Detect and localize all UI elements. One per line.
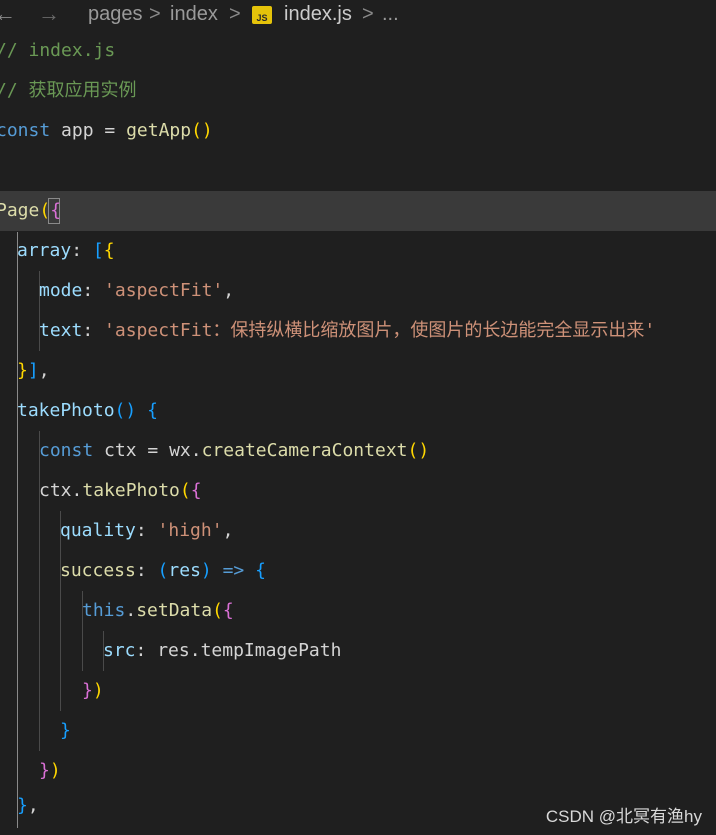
code-line[interactable]: mode: 'aspectFit', xyxy=(39,271,234,311)
punctuation: : xyxy=(82,320,105,341)
code-line[interactable]: const ctx = wx.createCameraContext() xyxy=(39,431,429,471)
string: 'aspectFit：保持纵横比缩放图片，使图片的长边能完全显示出来' xyxy=(104,320,656,341)
punctuation: : xyxy=(82,280,105,301)
code-line[interactable]: // index.js xyxy=(0,31,115,71)
bracket: { xyxy=(190,480,202,501)
bracket: ) xyxy=(49,760,61,781)
code-line[interactable]: // 获取应用实例 xyxy=(0,71,137,111)
bracket: () xyxy=(114,400,137,421)
punctuation: . xyxy=(71,480,83,501)
bracket: { xyxy=(255,560,266,581)
comment: // 获取应用实例 xyxy=(0,80,137,101)
punctuation: . xyxy=(125,600,137,621)
property: text xyxy=(39,320,83,341)
string: 'high' xyxy=(157,520,223,541)
code-line[interactable]: this.setData({ xyxy=(82,591,234,631)
bracket: ( xyxy=(179,480,191,501)
keyword: this xyxy=(82,600,126,621)
function-name: getApp xyxy=(126,120,192,141)
watermark: CSDN @北冥有渔hy xyxy=(545,807,702,826)
bracket: } xyxy=(17,360,28,381)
identifier: tempImagePath xyxy=(200,640,342,661)
identifier: ctx xyxy=(93,440,148,461)
bracket: { xyxy=(147,400,158,421)
string: 'aspectFit' xyxy=(104,280,224,301)
function-name: success xyxy=(60,560,136,581)
bracket: { xyxy=(103,240,115,261)
code-line[interactable]: }], xyxy=(17,351,50,391)
identifier: wx xyxy=(169,440,191,461)
bracket: { xyxy=(222,600,234,621)
punctuation: , xyxy=(38,360,50,381)
method-name: takePhoto xyxy=(17,400,115,421)
code-area[interactable]: // index.js // 获取应用实例 const app = getApp… xyxy=(0,0,716,835)
code-editor: ← → pages > index > JS index.js > ... //… xyxy=(0,0,716,835)
function-name: setData xyxy=(136,600,213,621)
operator: = xyxy=(147,440,170,461)
code-line[interactable]: }, xyxy=(17,786,39,826)
code-line[interactable]: ctx.takePhoto({ xyxy=(39,471,202,511)
function-name: Page xyxy=(0,200,40,221)
code-line[interactable]: takePhoto() { xyxy=(17,391,158,431)
property: array xyxy=(17,240,72,261)
current-line-highlight xyxy=(0,191,716,231)
bracket: ( xyxy=(212,600,223,621)
code-line[interactable]: } xyxy=(60,711,71,751)
bracket: ) xyxy=(200,560,212,581)
code-line[interactable]: quality: 'high', xyxy=(60,511,233,551)
punctuation: , xyxy=(222,520,234,541)
punctuation: : xyxy=(71,240,93,261)
bracket: ) xyxy=(92,680,104,701)
bracket: ( xyxy=(39,200,51,221)
punctuation: : xyxy=(135,520,158,541)
code-line[interactable]: }) xyxy=(82,671,104,711)
property: src xyxy=(103,640,136,661)
keyword: const xyxy=(39,440,94,461)
property: mode xyxy=(39,280,83,301)
bracket: } xyxy=(60,720,71,741)
arrow-operator: => xyxy=(211,560,256,581)
punctuation: , xyxy=(27,795,39,816)
parameter: res xyxy=(168,560,201,581)
function-name: createCameraContext xyxy=(201,440,408,461)
bracket: ( xyxy=(157,560,169,581)
keyword: const xyxy=(0,120,51,141)
property: quality xyxy=(60,520,136,541)
punctuation: : xyxy=(135,560,158,581)
code-line[interactable]: text: 'aspectFit：保持纵横比缩放图片，使图片的长边能完全显示出来… xyxy=(39,311,655,351)
identifier: ctx xyxy=(39,480,72,501)
bracket: } xyxy=(17,795,28,816)
operator: = xyxy=(104,120,127,141)
bracket: } xyxy=(39,760,50,781)
code-line[interactable]: }) xyxy=(39,751,61,791)
identifier: res xyxy=(157,640,190,661)
bracket: } xyxy=(82,680,93,701)
identifier: app xyxy=(50,120,105,141)
punctuation: . xyxy=(189,640,201,661)
code-line[interactable]: const app = getApp() xyxy=(0,111,213,151)
punctuation: : xyxy=(135,640,158,661)
code-line[interactable]: success: (res) => { xyxy=(60,551,266,591)
comment: // index.js xyxy=(0,40,116,61)
code-line[interactable]: Page({ xyxy=(0,191,61,231)
bracket: () xyxy=(191,120,213,141)
punctuation: , xyxy=(223,280,235,301)
code-line[interactable]: src: res.tempImagePath xyxy=(103,631,341,671)
bracket: ] xyxy=(27,360,39,381)
code-line[interactable]: array: [{ xyxy=(17,231,115,271)
bracket: [ xyxy=(92,240,104,261)
indent-guide xyxy=(17,232,18,828)
punctuation: . xyxy=(190,440,202,461)
bracket: () xyxy=(407,440,430,461)
bracket: { xyxy=(50,200,62,221)
function-name: takePhoto xyxy=(82,480,180,501)
